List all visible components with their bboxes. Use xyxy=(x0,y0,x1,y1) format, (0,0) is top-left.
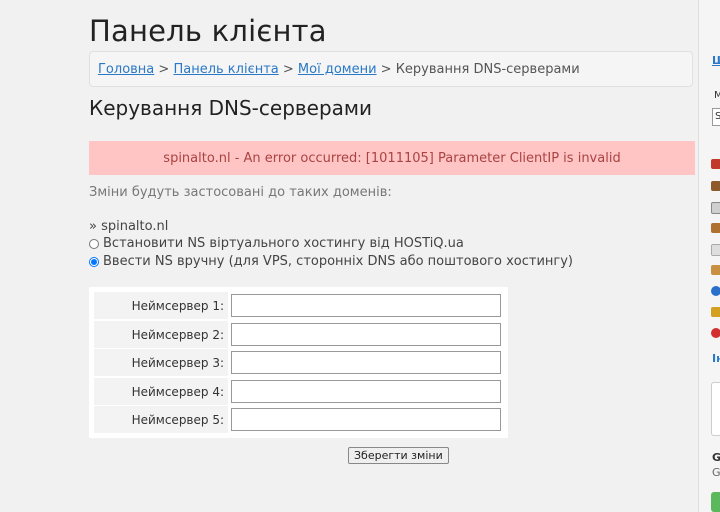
option-hostiq-ns[interactable]: Встановити NS віртуального хостингу від … xyxy=(89,236,464,251)
option-manual-radio[interactable] xyxy=(89,256,99,267)
globe-icon[interactable] xyxy=(711,286,720,296)
domain-item: » spinalto.nl xyxy=(89,219,169,234)
breadcrumb-my-domains-link[interactable]: Мої домени xyxy=(298,62,377,77)
nameserver-input-1[interactable] xyxy=(231,294,501,317)
breadcrumb-client-panel-link[interactable]: Панель клієнта xyxy=(173,62,278,77)
nameserver-row-3: Неймсервер 3: xyxy=(94,349,503,376)
page-title: Панель клієнта xyxy=(89,14,327,48)
breadcrumb-separator: > xyxy=(380,62,396,77)
nameserver-input-4[interactable] xyxy=(231,380,501,403)
sidebar-select-value: S xyxy=(715,111,720,122)
sidebar-green-button[interactable] xyxy=(711,492,720,512)
error-alert: spinalto.nl - An error occurred: [101110… xyxy=(89,141,695,175)
option-manual-ns[interactable]: Ввести NS вручну (для VPS, сторонніх DNS… xyxy=(89,254,573,269)
nameserver-label-3: Неймсервер 3: xyxy=(94,349,228,376)
breadcrumb-current: Керування DNS-серверами xyxy=(395,62,580,77)
sidebar-text-g: G xyxy=(712,466,720,479)
sidebar-info-box xyxy=(711,382,720,436)
nameserver-row-4: Неймсервер 4: xyxy=(94,378,503,405)
breadcrumb: Головна > Панель клієнта > Мої домени > … xyxy=(98,62,580,77)
section-title: Керування DNS-серверами xyxy=(89,96,373,120)
error-alert-text: spinalto.nl - An error occurred: [101110… xyxy=(163,150,621,166)
breadcrumb-container: Головна > Панель клієнта > Мої домени > … xyxy=(89,51,693,87)
sidebar-heading-info: Ін xyxy=(712,352,720,365)
chart-icon[interactable] xyxy=(711,159,720,169)
option-hostiq-label: Встановити NS віртуального хостингу від … xyxy=(103,236,464,251)
database-icon[interactable] xyxy=(711,307,720,317)
mail-icon[interactable] xyxy=(711,244,720,256)
nameserver-input-5[interactable] xyxy=(231,408,501,431)
sidebar-select[interactable]: S xyxy=(712,108,720,126)
help-icon[interactable] xyxy=(711,328,720,338)
nameserver-input-2[interactable] xyxy=(231,323,501,346)
nameserver-input-3[interactable] xyxy=(231,351,501,374)
nameserver-row-2: Неймсервер 2: xyxy=(94,321,503,348)
breadcrumb-separator: > xyxy=(282,62,298,77)
nameserver-row-5: Неймсервер 5: xyxy=(94,406,503,433)
nameserver-table: Неймсервер 1: Неймсервер 2: Неймсервер 3… xyxy=(89,287,508,438)
home-icon[interactable] xyxy=(711,181,720,191)
monitor-icon[interactable] xyxy=(711,202,720,214)
save-changes-button[interactable]: Зберегти зміни xyxy=(348,447,449,464)
sidebar-label: М xyxy=(714,90,720,101)
tag-icon[interactable] xyxy=(711,223,720,233)
nameserver-label-2: Неймсервер 2: xyxy=(94,321,228,348)
package-icon[interactable] xyxy=(711,265,720,275)
nameserver-label-1: Неймсервер 1: xyxy=(94,292,228,319)
option-hostiq-radio[interactable] xyxy=(89,238,99,249)
sidebar-top-link[interactable]: Щ xyxy=(712,54,720,67)
breadcrumb-separator: > xyxy=(158,62,174,77)
nameserver-row-1: Неймсервер 1: xyxy=(94,292,503,319)
sidebar-heading-g: G xyxy=(712,451,720,464)
nameserver-label-4: Неймсервер 4: xyxy=(94,378,228,405)
breadcrumb-home-link[interactable]: Головна xyxy=(98,62,154,77)
nameserver-label-5: Неймсервер 5: xyxy=(94,406,228,433)
option-manual-label: Ввести NS вручну (для VPS, сторонніх DNS… xyxy=(103,254,573,269)
right-sidebar: Щ М S Ін G G xyxy=(698,0,720,512)
intro-text: Зміни будуть застосовані до таких домені… xyxy=(89,185,392,200)
